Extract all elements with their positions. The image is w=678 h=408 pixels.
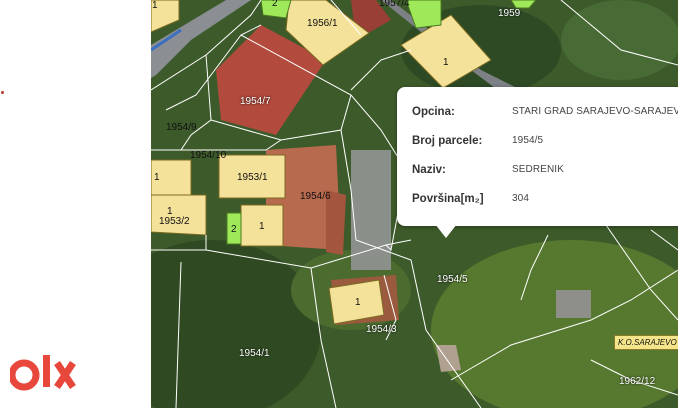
parcel-info-popup[interactable]: Opcina: STARI GRAD SARAJEVO-SARAJEVO XII…: [397, 87, 678, 226]
popup-value: SEDRENIK: [512, 164, 564, 175]
building-number: 1: [443, 57, 449, 68]
building-number: 2: [272, 0, 278, 9]
building-number: 1: [355, 297, 361, 308]
olx-logo: [10, 355, 76, 391]
building-number: 1: [152, 0, 158, 11]
left-panel: [0, 0, 151, 408]
building-number: 1: [259, 221, 265, 232]
parcel-label[interactable]: 1954/9: [166, 122, 197, 133]
parcel-label[interactable]: 1954/7: [240, 96, 271, 107]
parcel-label[interactable]: 1959: [498, 8, 520, 19]
building-number: 1: [167, 206, 173, 217]
popup-value: 1954/5: [512, 135, 544, 146]
popup-key: Površina[m₂]: [412, 193, 484, 205]
popup-key: Opcina:: [412, 106, 455, 118]
popup-key: Broj parcele:: [412, 135, 483, 147]
parcel-label[interactable]: 1953/2: [159, 216, 190, 227]
cadastral-municipality-label: K.O.SARAJEVO: [614, 335, 678, 350]
parcel-label[interactable]: 1954/5: [437, 274, 468, 285]
parcel-label[interactable]: 1954/1: [239, 348, 270, 359]
red-dot: [1, 91, 4, 94]
parcel-label[interactable]: 1954/3: [366, 324, 397, 335]
parcel-label[interactable]: 1962/12: [619, 376, 655, 387]
popup-value: 304: [512, 193, 529, 204]
popup-key: Naziv:: [412, 164, 446, 176]
parcel-label[interactable]: 1953/1: [237, 172, 268, 183]
popup-value: STARI GRAD SARAJEVO-SARAJEVO XII: [512, 106, 678, 117]
popup-pointer: [435, 224, 457, 238]
parcel-label[interactable]: 1954/6: [300, 191, 331, 202]
parcel-label[interactable]: 1956/1: [307, 18, 338, 29]
parcel-label[interactable]: 1957/4: [379, 0, 410, 9]
parcel-label[interactable]: 1954/10: [190, 150, 226, 161]
building-number: 1: [154, 172, 160, 183]
building-number: 2: [231, 224, 237, 235]
